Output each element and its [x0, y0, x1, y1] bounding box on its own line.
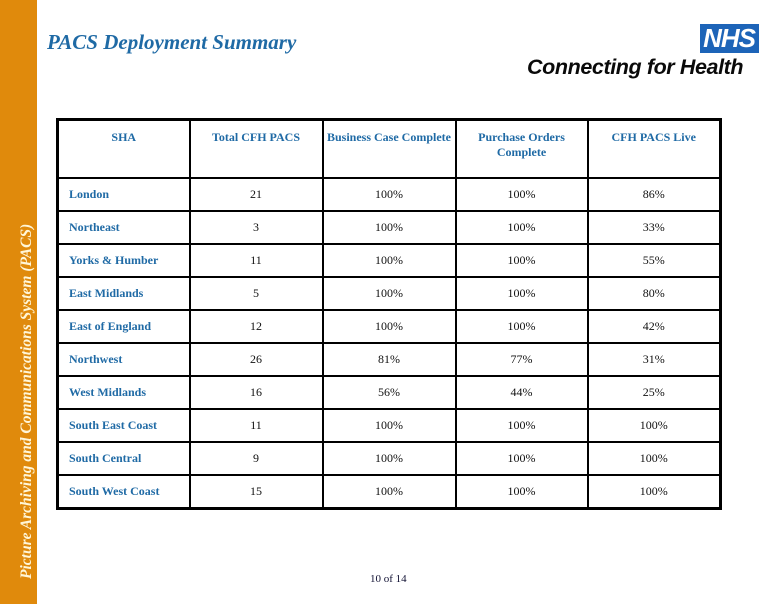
table-header-row: SHA Total CFH PACS Business Case Complete P…: [56, 118, 722, 179]
purchase-orders-cell: 44%: [454, 375, 589, 410]
business-case-cell: 56%: [321, 375, 457, 410]
total-cell: 9: [188, 441, 324, 476]
total-cell: 26: [188, 342, 324, 377]
live-cell: 100%: [586, 474, 722, 510]
table-row: South West Coast 15 100% 100% 100%: [56, 474, 722, 510]
sidebar-caption: Picture Archiving and Communications Sys…: [18, 223, 35, 579]
purchase-orders-cell: 100%: [454, 276, 589, 311]
page-number: 10 of 14: [370, 573, 407, 585]
column-header-sha: SHA: [56, 118, 191, 179]
nhs-logo-badge: NHS: [700, 24, 759, 53]
purchase-orders-cell: 77%: [454, 342, 589, 377]
table-row: Northwest 26 81% 77% 31%: [56, 342, 722, 377]
live-cell: 86%: [586, 177, 722, 212]
business-case-cell: 100%: [321, 210, 457, 245]
sha-name-cell: East of England: [56, 309, 191, 344]
table-row: South East Coast 11 100% 100% 100%: [56, 408, 722, 443]
sha-name-cell: London: [56, 177, 191, 212]
column-header-business-case: Business Case Complete: [321, 118, 457, 179]
deployment-summary-table: SHA Total CFH PACS Business Case Complete P…: [56, 118, 722, 510]
business-case-cell: 100%: [321, 441, 457, 476]
table-row: East of England 12 100% 100% 42%: [56, 309, 722, 344]
live-cell: 80%: [586, 276, 722, 311]
sha-name-cell: South West Coast: [56, 474, 191, 510]
table-row: Northeast 3 100% 100% 33%: [56, 210, 722, 245]
live-cell: 33%: [586, 210, 722, 245]
table-row: Yorks & Humber 11 100% 100% 55%: [56, 243, 722, 278]
live-cell: 55%: [586, 243, 722, 278]
table-row: South Central 9 100% 100% 100%: [56, 441, 722, 476]
business-case-cell: 100%: [321, 408, 457, 443]
total-cell: 15: [188, 474, 324, 510]
live-cell: 25%: [586, 375, 722, 410]
business-case-cell: 100%: [321, 309, 457, 344]
nhs-cfh-logo: NHS Connecting for Health: [525, 22, 765, 82]
purchase-orders-cell: 100%: [454, 474, 589, 510]
column-header-live: CFH PACS Live: [586, 118, 722, 179]
sha-name-cell: South East Coast: [56, 408, 191, 443]
page-title: PACS Deployment Summary: [47, 30, 297, 54]
total-cell: 21: [188, 177, 324, 212]
business-case-cell: 100%: [321, 474, 457, 510]
total-cell: 5: [188, 276, 324, 311]
sha-name-cell: Yorks & Humber: [56, 243, 191, 278]
column-header-purchase-orders: Purchase Orders Complete: [454, 118, 589, 179]
purchase-orders-cell: 100%: [454, 243, 589, 278]
sidebar-band: Picture Archiving and Communications Sys…: [0, 0, 37, 604]
total-cell: 3: [188, 210, 324, 245]
column-header-total: Total CFH PACS: [188, 118, 324, 179]
total-cell: 11: [188, 408, 324, 443]
live-cell: 100%: [586, 408, 722, 443]
total-cell: 16: [188, 375, 324, 410]
total-cell: 12: [188, 309, 324, 344]
purchase-orders-cell: 100%: [454, 408, 589, 443]
logo-text: Connecting for Health: [527, 55, 744, 79]
table-row: East Midlands 5 100% 100% 80%: [56, 276, 722, 311]
table-row: West Midlands 16 56% 44% 25%: [56, 375, 722, 410]
sha-name-cell: West Midlands: [56, 375, 191, 410]
business-case-cell: 81%: [321, 342, 457, 377]
sha-name-cell: South Central: [56, 441, 191, 476]
live-cell: 100%: [586, 441, 722, 476]
purchase-orders-cell: 100%: [454, 177, 589, 212]
purchase-orders-cell: 100%: [454, 210, 589, 245]
business-case-cell: 100%: [321, 243, 457, 278]
sha-name-cell: Northeast: [56, 210, 191, 245]
purchase-orders-cell: 100%: [454, 441, 589, 476]
total-cell: 11: [188, 243, 324, 278]
table-row: London 21 100% 100% 86%: [56, 177, 722, 212]
sha-name-cell: East Midlands: [56, 276, 191, 311]
business-case-cell: 100%: [321, 276, 457, 311]
sha-name-cell: Northwest: [56, 342, 191, 377]
live-cell: 42%: [586, 309, 722, 344]
live-cell: 31%: [586, 342, 722, 377]
business-case-cell: 100%: [321, 177, 457, 212]
purchase-orders-cell: 100%: [454, 309, 589, 344]
